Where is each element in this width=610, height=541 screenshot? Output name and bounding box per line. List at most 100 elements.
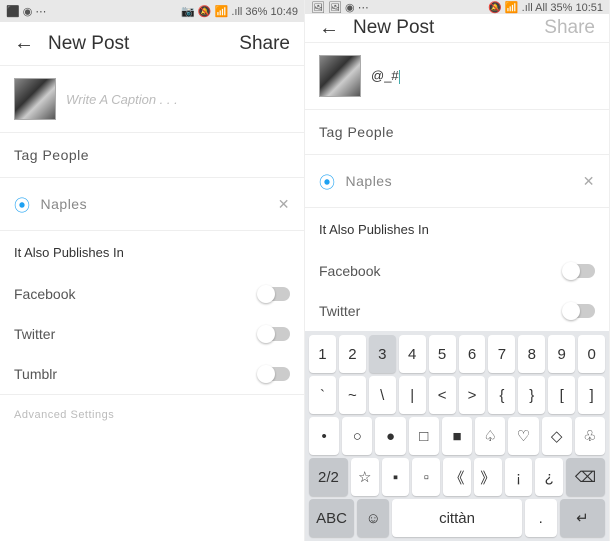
facebook-row: Facebook — [305, 251, 609, 291]
caption-row: @_# — [305, 43, 609, 110]
caption-input[interactable]: @_# — [371, 68, 400, 84]
key[interactable]: ↵ — [560, 499, 605, 537]
twitter-row: Twitter — [305, 291, 609, 331]
location-label: Naples — [346, 173, 573, 189]
key[interactable]: 9 — [548, 335, 575, 373]
caption-text: @_# — [371, 68, 399, 83]
screen-right: 🖼 🖼 ◉ ⋯ 🔕 📶 .ıll All 35% 10:51 ← New Pos… — [305, 0, 610, 541]
network-label: Facebook — [14, 286, 75, 302]
key[interactable]: ▫ — [412, 458, 440, 496]
publishes-label: It Also Publishes In — [0, 231, 304, 274]
key[interactable]: > — [459, 376, 486, 414]
key[interactable]: ` — [309, 376, 336, 414]
tumblr-row: Tumblr — [0, 354, 304, 394]
key[interactable]: 4 — [399, 335, 426, 373]
key[interactable]: 7 — [488, 335, 515, 373]
header: ← New Post Share — [0, 22, 304, 66]
keyboard-row: •○●□■♤♡◇♧ — [309, 417, 605, 455]
keyboard: 1234567890 `~\|<>{}[] •○●□■♤♡◇♧ 2/2☆▪▫《》… — [305, 331, 609, 541]
key[interactable]: 》 — [474, 458, 502, 496]
thumbnail[interactable] — [14, 78, 56, 120]
key[interactable]: □ — [409, 417, 439, 455]
status-bar: 🖼 🖼 ◉ ⋯ 🔕 📶 .ıll All 35% 10:51 — [305, 0, 609, 14]
status-bar: ⬛ ◉ ⋯ 📷 🔕 📶 .ıll 36% 10:49 — [0, 0, 304, 22]
pin-icon: ⦿ — [319, 169, 336, 193]
key[interactable]: ⌫ — [566, 458, 605, 496]
caption-input[interactable]: Write A Caption . . . — [66, 92, 178, 107]
key[interactable]: 1 — [309, 335, 336, 373]
status-right: 🔕 📶 .ıll All 35% 10:51 — [488, 1, 603, 14]
back-icon[interactable]: ← — [14, 32, 34, 55]
clear-location-icon[interactable]: ✕ — [583, 173, 595, 190]
keyboard-row: 1234567890 — [309, 335, 605, 373]
network-label: Twitter — [14, 326, 55, 342]
keyboard-row: `~\|<>{}[] — [309, 376, 605, 414]
caption-row: Write A Caption . . . — [0, 66, 304, 133]
key[interactable]: 3 — [369, 335, 396, 373]
cursor-icon — [399, 70, 400, 84]
pin-icon: ⦿ — [14, 192, 31, 216]
key[interactable]: . — [525, 499, 557, 537]
tag-people-row[interactable]: Tag People — [0, 133, 304, 178]
key[interactable]: • — [309, 417, 339, 455]
publishes-label: It Also Publishes In — [305, 208, 609, 251]
page-title: New Post — [353, 17, 544, 39]
network-label: Facebook — [319, 263, 380, 279]
clear-location-icon[interactable]: ✕ — [278, 196, 290, 213]
key[interactable]: ♤ — [475, 417, 505, 455]
facebook-row: Facebook — [0, 274, 304, 314]
key[interactable]: ~ — [339, 376, 366, 414]
network-label: Tumblr — [14, 366, 57, 382]
key[interactable]: \ — [369, 376, 396, 414]
status-right: 📷 🔕 📶 .ıll 36% 10:49 — [181, 5, 298, 18]
page-title: New Post — [48, 33, 239, 55]
key[interactable]: ♡ — [508, 417, 538, 455]
key[interactable]: ] — [578, 376, 605, 414]
key[interactable]: ¿ — [535, 458, 563, 496]
key[interactable]: | — [399, 376, 426, 414]
key[interactable]: cittàn — [392, 499, 521, 537]
keyboard-row: ABC☺cittàn.↵ — [309, 499, 605, 537]
facebook-toggle[interactable] — [258, 287, 290, 301]
key[interactable]: < — [429, 376, 456, 414]
tumblr-toggle[interactable] — [258, 367, 290, 381]
key[interactable]: 0 — [578, 335, 605, 373]
status-left: 🖼 🖼 ◉ ⋯ — [311, 1, 369, 14]
location-row[interactable]: ⦿ Naples ✕ — [0, 178, 304, 231]
header: ← New Post Share — [305, 14, 609, 43]
facebook-toggle[interactable] — [563, 264, 595, 278]
key[interactable]: ● — [375, 417, 405, 455]
key[interactable]: ▪ — [382, 458, 410, 496]
key[interactable]: 8 — [518, 335, 545, 373]
network-label: Twitter — [319, 303, 360, 319]
tag-people-row[interactable]: Tag People — [305, 110, 609, 155]
key[interactable]: ¡ — [505, 458, 533, 496]
key[interactable]: ■ — [442, 417, 472, 455]
key[interactable]: ○ — [342, 417, 372, 455]
twitter-row: Twitter — [0, 314, 304, 354]
screen-left: ⬛ ◉ ⋯ 📷 🔕 📶 .ıll 36% 10:49 ← New Post Sh… — [0, 0, 305, 541]
advanced-settings[interactable]: Advanced Settings — [0, 394, 304, 435]
key[interactable]: { — [488, 376, 515, 414]
location-label: Naples — [41, 196, 268, 212]
key[interactable]: 2/2 — [309, 458, 348, 496]
location-row[interactable]: ⦿ Naples ✕ — [305, 155, 609, 208]
twitter-toggle[interactable] — [563, 304, 595, 318]
key[interactable]: ABC — [309, 499, 354, 537]
key[interactable]: 《 — [443, 458, 471, 496]
share-button[interactable]: Share — [544, 17, 595, 39]
thumbnail[interactable] — [319, 55, 361, 97]
key[interactable]: [ — [548, 376, 575, 414]
key[interactable]: } — [518, 376, 545, 414]
key[interactable]: 2 — [339, 335, 366, 373]
key[interactable]: ♧ — [575, 417, 605, 455]
key[interactable]: 5 — [429, 335, 456, 373]
key[interactable]: ◇ — [542, 417, 572, 455]
share-button[interactable]: Share — [239, 33, 290, 55]
keyboard-row: 2/2☆▪▫《》¡¿⌫ — [309, 458, 605, 496]
twitter-toggle[interactable] — [258, 327, 290, 341]
key[interactable]: 6 — [459, 335, 486, 373]
back-icon[interactable]: ← — [319, 17, 339, 40]
key[interactable]: ☺ — [357, 499, 389, 537]
key[interactable]: ☆ — [351, 458, 379, 496]
